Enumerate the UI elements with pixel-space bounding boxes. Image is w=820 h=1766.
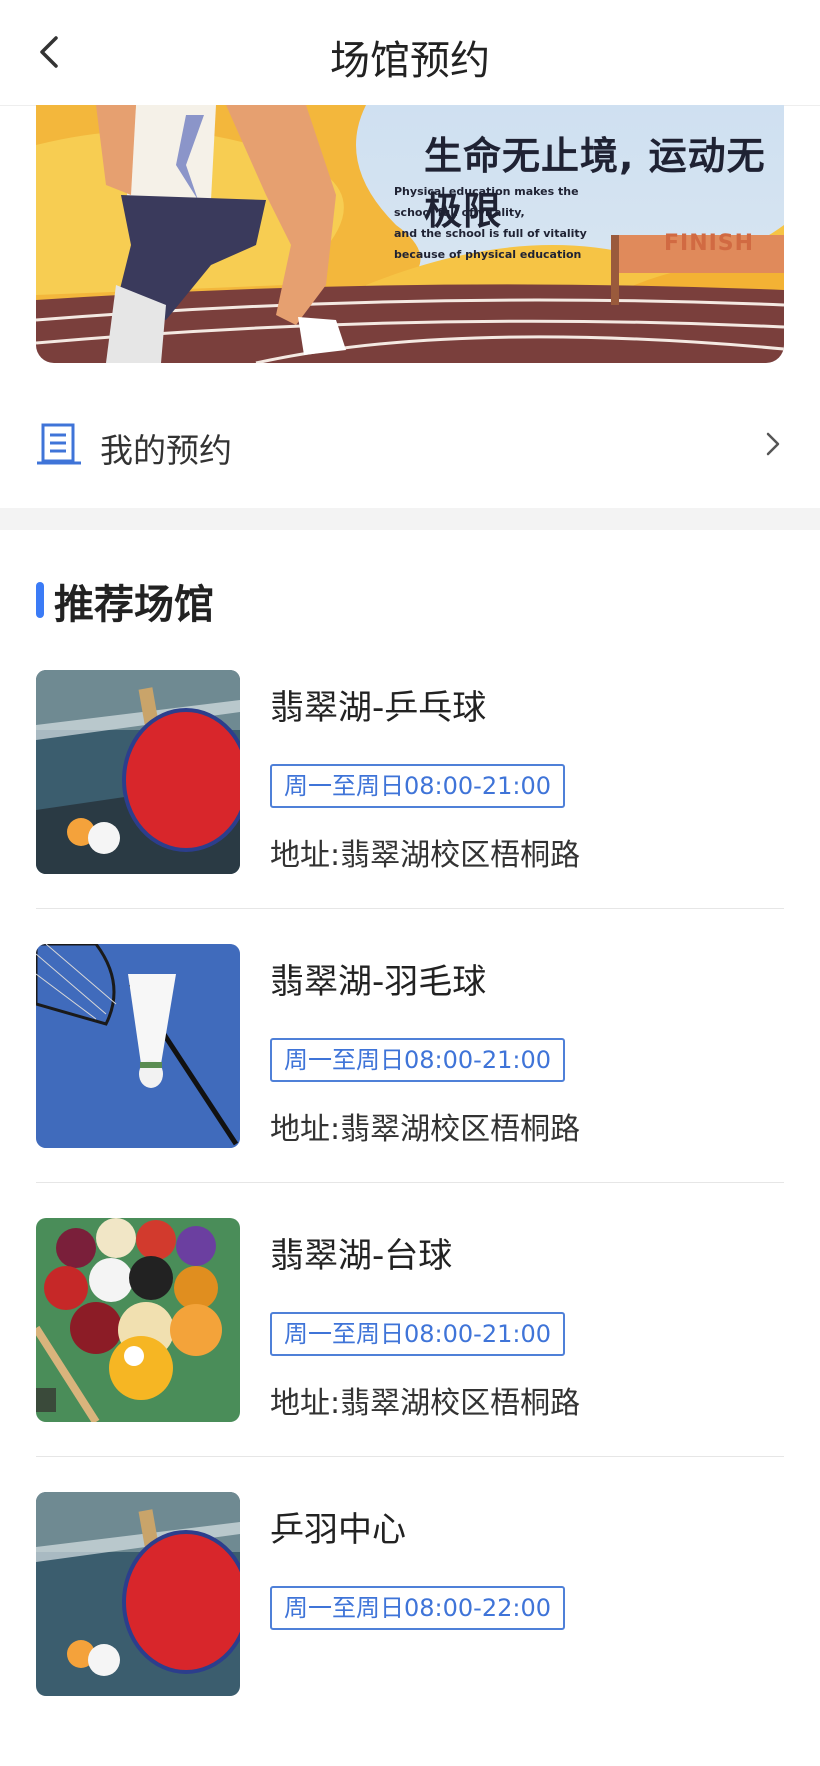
badminton-image: [36, 944, 240, 1148]
banner-subtitle-line: because of physical education: [394, 248, 582, 261]
billiards-image: [36, 1218, 240, 1422]
list-divider: [36, 908, 784, 909]
venue-name: 乒羽中心: [270, 1510, 406, 1550]
venue-name: 翡翠湖-羽毛球: [270, 962, 487, 1002]
section-divider: [0, 508, 820, 530]
venue-card[interactable]: 翡翠湖-台球 周一至周日08:00-21:00 地址:翡翠湖校区梧桐路: [36, 1218, 784, 1492]
section-accent-bar: [36, 582, 44, 618]
venue-name: 翡翠湖-台球: [270, 1236, 453, 1276]
banner-subtitle-line: and the school is full of vitality: [394, 227, 587, 240]
venue-address: 地址:翡翠湖校区梧桐路: [270, 1386, 581, 1421]
top-bar: 场馆预约: [0, 0, 820, 106]
venue-hours-badge: 周一至周日08:00-21:00: [270, 1312, 565, 1356]
promo-banner[interactable]: 生命无止境, 运动无极限 Physical education makes th…: [36, 105, 784, 363]
venue-name: 翡翠湖-乒乓球: [270, 688, 487, 728]
banner-subtitle-line: school full of vitality,: [394, 206, 525, 219]
venue-hours-badge: 周一至周日08:00-21:00: [270, 1038, 565, 1082]
venue-address: 地址:翡翠湖校区梧桐路: [270, 838, 581, 873]
venue-card[interactable]: 翡翠湖-乒乓球 周一至周日08:00-21:00 地址:翡翠湖校区梧桐路: [36, 670, 784, 944]
banner-finish-text: FINISH: [664, 231, 755, 256]
venue-card[interactable]: 乒羽中心 周一至周日08:00-22:00: [36, 1492, 784, 1766]
chevron-right-icon: [766, 432, 780, 456]
list-divider: [36, 1456, 784, 1457]
page-title: 场馆预约: [330, 38, 490, 84]
table-tennis-image: [36, 670, 240, 874]
clipboard-icon: [37, 423, 81, 465]
my-reservation-row[interactable]: 我的预约: [36, 400, 784, 490]
venue-card[interactable]: 翡翠湖-羽毛球 周一至周日08:00-21:00 地址:翡翠湖校区梧桐路: [36, 944, 784, 1218]
venue-hours-badge: 周一至周日08:00-22:00: [270, 1586, 565, 1630]
banner-subtitle: Physical education makes the school full…: [394, 181, 634, 265]
venue-hours-badge: 周一至周日08:00-21:00: [270, 764, 565, 808]
list-divider: [36, 1182, 784, 1183]
banner-subtitle-line: Physical education makes the: [394, 185, 579, 198]
table-tennis-image: [36, 1492, 240, 1696]
venue-address: 地址:翡翠湖校区梧桐路: [270, 1112, 581, 1147]
section-title: 推荐场馆: [54, 582, 214, 628]
my-reservation-label: 我的预约: [100, 431, 232, 470]
